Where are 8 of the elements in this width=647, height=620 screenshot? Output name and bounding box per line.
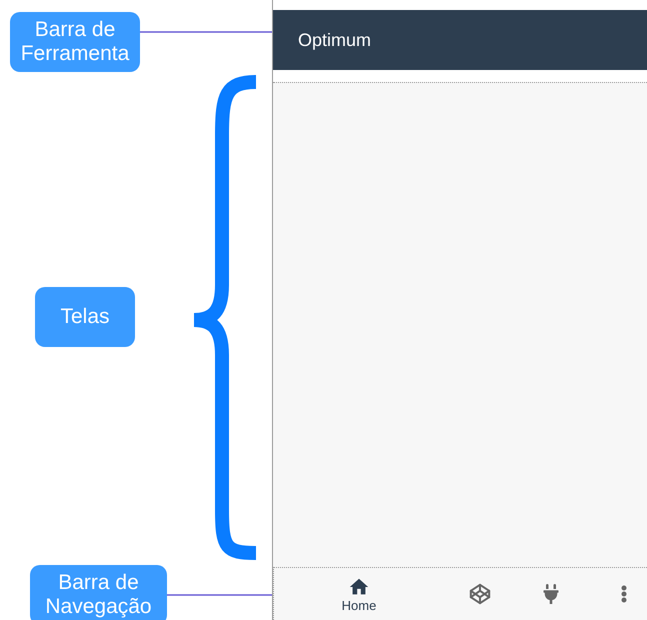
cube-icon <box>469 583 491 605</box>
annotation-label: Barra de Navegação <box>30 565 167 620</box>
more-icon <box>620 585 626 603</box>
annotation-label: Barra de Ferramenta <box>10 12 140 72</box>
nav-item[interactable]: Home <box>274 576 444 612</box>
app-title: Optimum <box>298 30 372 50</box>
annotation-label: Telas <box>35 287 135 347</box>
plug-icon <box>541 584 561 604</box>
